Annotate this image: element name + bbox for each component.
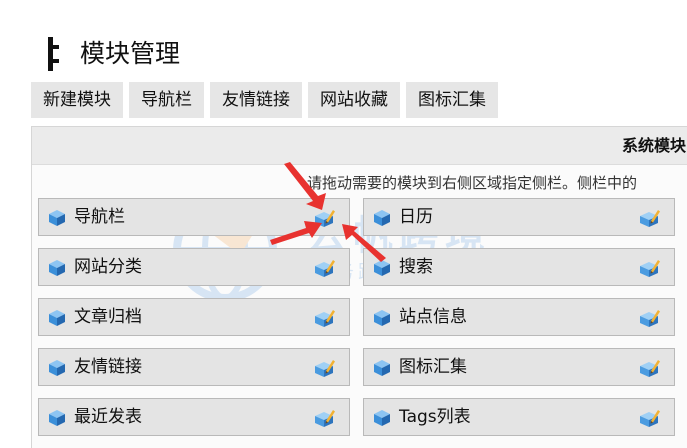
module-label: 搜索 bbox=[399, 257, 433, 277]
module-recent-posts[interactable]: 最近发表 bbox=[38, 398, 350, 436]
module-label: 日历 bbox=[399, 207, 433, 227]
edit-pencil-box-icon[interactable] bbox=[313, 208, 335, 228]
module-friend-links[interactable]: 友情链接 bbox=[38, 348, 350, 386]
tab-bar: 新建模块 导航栏 友情链接 网站收藏 图标汇集 bbox=[31, 82, 498, 118]
page-title: 模块管理 bbox=[80, 39, 181, 68]
edit-pencil-box-icon[interactable] bbox=[638, 208, 660, 228]
blue-cube-icon bbox=[49, 210, 65, 226]
module-label: 站点信息 bbox=[399, 307, 467, 327]
drag-hint-text: 请拖动需要的模块到右侧区域指定侧栏。侧栏中的 bbox=[307, 174, 638, 192]
module-tags-list[interactable]: Tags列表 bbox=[363, 398, 675, 436]
tab-icon-collection[interactable]: 图标汇集 bbox=[406, 82, 498, 118]
module-label: 网站分类 bbox=[74, 257, 142, 277]
tab-navbar[interactable]: 导航栏 bbox=[129, 82, 204, 118]
tab-friend-links[interactable]: 友情链接 bbox=[210, 82, 302, 118]
edit-pencil-box-icon[interactable] bbox=[638, 308, 660, 328]
module-label: 最近发表 bbox=[74, 407, 142, 427]
panel-header-title: 系统模块 bbox=[621, 136, 686, 155]
blue-cube-icon bbox=[49, 260, 65, 276]
blue-cube-icon bbox=[49, 310, 65, 326]
panel-header: 系统模块 bbox=[32, 127, 687, 165]
blue-cube-icon bbox=[374, 260, 390, 276]
module-label: 友情链接 bbox=[74, 357, 142, 377]
module-label: 图标汇集 bbox=[399, 357, 467, 377]
edit-pencil-box-icon[interactable] bbox=[313, 258, 335, 278]
module-navbar[interactable]: 导航栏 bbox=[38, 198, 350, 236]
blue-cube-icon bbox=[374, 410, 390, 426]
module-site-info[interactable]: 站点信息 bbox=[363, 298, 675, 336]
module-label: 文章归档 bbox=[74, 307, 142, 327]
module-label: Tags列表 bbox=[399, 407, 471, 427]
module-label: 导航栏 bbox=[74, 207, 125, 227]
edit-pencil-box-icon[interactable] bbox=[638, 258, 660, 278]
tab-site-favorites[interactable]: 网站收藏 bbox=[308, 82, 400, 118]
module-icon-collection[interactable]: 图标汇集 bbox=[363, 348, 675, 386]
edit-pencil-box-icon[interactable] bbox=[313, 358, 335, 378]
module-site-categories[interactable]: 网站分类 bbox=[38, 248, 350, 286]
module-article-archive[interactable]: 文章归档 bbox=[38, 298, 350, 336]
edit-pencil-box-icon[interactable] bbox=[638, 358, 660, 378]
module-calendar[interactable]: 日历 bbox=[363, 198, 675, 236]
blue-cube-icon bbox=[374, 210, 390, 226]
edit-pencil-box-icon[interactable] bbox=[638, 408, 660, 428]
module-search[interactable]: 搜索 bbox=[363, 248, 675, 286]
blue-cube-icon bbox=[49, 360, 65, 376]
blue-cube-icon bbox=[374, 310, 390, 326]
page-title-row: 模块管理 bbox=[44, 34, 180, 74]
edit-pencil-box-icon[interactable] bbox=[313, 308, 335, 328]
system-modules-panel: 系统模块 云帆跨境 服务跨境 助力中企出海 请拖动需要的模块到右侧区域指定侧栏。… bbox=[31, 126, 687, 448]
blue-cube-icon bbox=[374, 360, 390, 376]
blue-cube-icon bbox=[49, 410, 65, 426]
tab-new-module[interactable]: 新建模块 bbox=[31, 82, 123, 118]
sidebar-layout-icon bbox=[44, 37, 66, 71]
edit-pencil-box-icon[interactable] bbox=[313, 408, 335, 428]
